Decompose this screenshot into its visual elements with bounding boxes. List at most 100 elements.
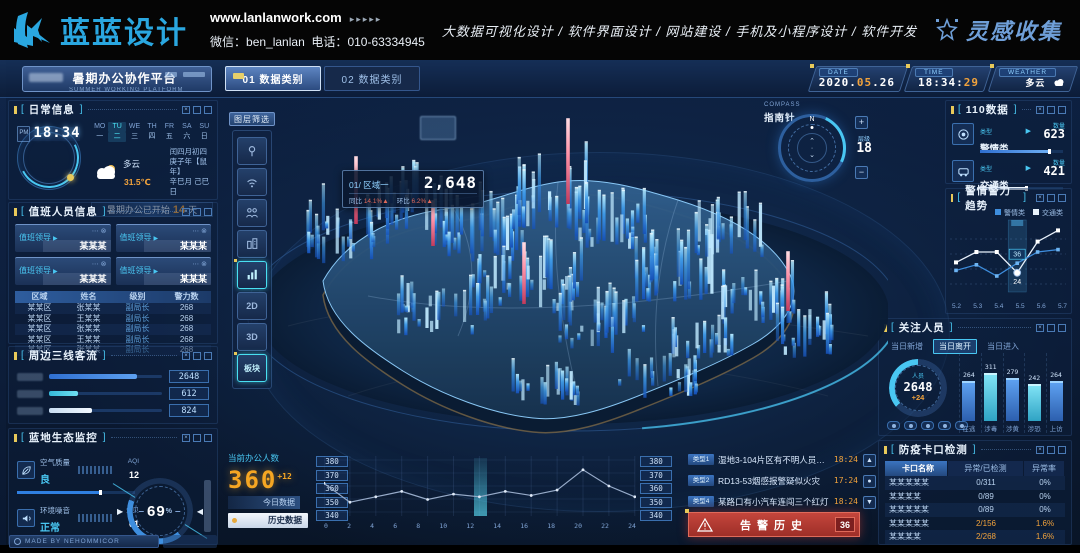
table-row[interactable]: 某某区张某某副局长268 xyxy=(15,324,211,335)
bar-column[interactable]: 279涉黄 xyxy=(1003,353,1022,433)
panel-controls[interactable]: × xyxy=(1036,106,1066,114)
platform-title-plate: 暑期办公协作平台 SUMMER WORKING PLATFORM xyxy=(22,66,212,92)
tab-data-category-2[interactable]: 02 数据类别 xyxy=(324,66,420,91)
table-row[interactable]: 某某区张某某副局长268 xyxy=(15,303,211,314)
time-widget: TIME 18:34:29 xyxy=(904,66,992,92)
panel-daily-info: [日常信息]× PM18:34 MOTUWETHFRSASU 一二三四五六日 xyxy=(8,100,218,200)
flow-value: 2648 xyxy=(169,370,209,383)
services-list: 大数据可视化设计 / 软件界面设计 / 网站建设 / 手机及小程序设计 / 软件… xyxy=(425,21,934,40)
blurred-logo xyxy=(29,73,63,82)
gear-icon xyxy=(14,538,21,545)
table-row[interactable]: 某某某某2/2681.6% xyxy=(885,530,1065,544)
scroll-down-button[interactable]: ▼ xyxy=(863,496,876,509)
bottom-strip: 当前办公人数 360+12 今日数据 历史数据 380370360350340 … xyxy=(228,448,876,545)
clock-period: PM xyxy=(17,126,30,142)
zoom-in-button[interactable]: + xyxy=(855,116,868,129)
table-row[interactable]: 某某某某某0/890% xyxy=(885,503,1065,517)
gauge-slider[interactable] xyxy=(204,480,211,532)
table-row[interactable]: 某某区王某某副局长268 xyxy=(15,314,211,325)
tab-daily-enter[interactable]: 当日进入 xyxy=(981,339,1025,354)
flow-bar-row: 2648 xyxy=(9,368,217,385)
table-row[interactable]: 某某某某某0/3110% xyxy=(885,476,1065,490)
tab-data-category-1[interactable]: 01 数据类别 xyxy=(225,66,321,91)
focus-delta: +24 xyxy=(912,394,925,402)
bar-column[interactable]: 264上访 xyxy=(1046,353,1065,433)
clock-time: 18:34 xyxy=(33,127,80,141)
bar-column[interactable]: 242涉恐 xyxy=(1024,353,1043,433)
zoom-out-button[interactable]: − xyxy=(855,166,868,179)
inspiration-collect[interactable]: 灵感收集 xyxy=(934,14,1062,46)
zoom-level-value: 18 xyxy=(856,141,872,156)
flow-bar-row: 612 xyxy=(9,385,217,402)
building-icon xyxy=(245,237,259,251)
layer-location-button[interactable] xyxy=(237,137,267,165)
panel-controls[interactable]: × xyxy=(1036,324,1066,332)
panel-controls[interactable]: × xyxy=(1036,446,1066,454)
duty-card[interactable]: 值班领导▶⋯ ⊗某某某 xyxy=(116,257,212,285)
panel-controls[interactable]: × xyxy=(182,208,212,216)
tab-daily-new[interactable]: 当日新增 xyxy=(885,339,929,354)
alert-row[interactable]: 类型1湿地3-104片区有不明人员闯入18:24 xyxy=(688,452,876,467)
line-label-blur xyxy=(17,390,43,398)
panel-controls[interactable]: × xyxy=(1036,194,1066,202)
bar-column[interactable]: 311涉毒 xyxy=(981,353,1000,433)
column-header[interactable]: 异常/已检测 xyxy=(948,461,1023,476)
left-edge-decor xyxy=(0,60,6,545)
tooltip-region: 01/ 区域一 xyxy=(349,179,389,191)
focus-total: 2648 xyxy=(904,381,933,394)
tab-daily-leave[interactable]: 当日离开 xyxy=(933,339,977,354)
person-icon xyxy=(887,421,900,430)
office-count-value: 360+12 xyxy=(228,464,314,493)
layer-filter-toolbar: 图层筛选 2D 3D 板块 xyxy=(232,112,272,389)
platform-subtitle: SUMMER WORKING PLATFORM xyxy=(69,87,205,93)
panel-controls[interactable]: × xyxy=(182,352,212,360)
hourly-line-chart[interactable] xyxy=(324,456,636,518)
scroll-dot[interactable]: ● xyxy=(863,475,876,488)
layer-building-button[interactable] xyxy=(237,230,267,258)
phone-label: 电话： xyxy=(311,35,347,49)
panel-controls[interactable]: × xyxy=(182,106,212,114)
column-header[interactable]: 卡口名称 xyxy=(885,461,947,476)
duty-cards: 值班领导▶⋯ ⊗某某某 值班领导▶⋯ ⊗某某某 值班领导▶⋯ ⊗某某某 值班领导… xyxy=(9,220,217,289)
panel-controls[interactable]: × xyxy=(182,434,212,442)
table-row[interactable]: 某某某某0/890% xyxy=(885,490,1065,504)
history-data-button[interactable]: 历史数据 xyxy=(228,513,308,528)
layer-signal-button[interactable] xyxy=(237,168,267,196)
layer-2d-button[interactable]: 2D xyxy=(237,292,267,320)
bar-column[interactable]: 264在逃 xyxy=(959,353,978,433)
screenshot-root: 蓝蓝设计 www.lanlanwork.com▸▸▸▸▸ 微信：ben_lanl… xyxy=(0,0,1080,553)
compass-dial[interactable]: N ⌃·⌄ xyxy=(778,114,846,182)
svg-text:36: 36 xyxy=(1013,252,1021,259)
layer-chart-button[interactable] xyxy=(237,261,267,289)
plate-decor xyxy=(165,72,177,77)
leaf-icon xyxy=(17,461,35,479)
panel-focus-personnel: [关注人员]× 当日新增 当日离开 当日进入 人员2648+24 264在逃 3… xyxy=(878,318,1072,436)
alert-scroll-controls: ▲ ● ▼ xyxy=(863,454,876,509)
flow-value: 824 xyxy=(169,404,209,417)
column-header[interactable]: 异常率 xyxy=(1024,461,1064,476)
line-label-blur xyxy=(17,373,43,381)
alert-row[interactable]: 类型4某路口有小汽车连闯三个红灯18:24 xyxy=(688,494,876,509)
compass-label-en: COMPASS xyxy=(764,102,801,108)
duty-card[interactable]: 值班领导▶⋯ ⊗某某某 xyxy=(15,224,111,252)
trend-line-chart[interactable]: 3624 xyxy=(946,218,1069,298)
air-status: 良 xyxy=(40,475,50,486)
alert-history-banner[interactable]: 告警历史 36 xyxy=(688,512,860,537)
scroll-up-button[interactable]: ▲ xyxy=(863,454,876,467)
panel-title: 值班人员信息 xyxy=(29,204,98,219)
table-row[interactable]: 某某区王某某副局长268 xyxy=(15,335,211,346)
alert-tag: 类型4 xyxy=(688,496,714,507)
date-widget: DATE 2020.05.26 xyxy=(808,66,908,92)
duty-card[interactable]: 值班领导▶⋯ ⊗某某某 xyxy=(15,257,111,285)
dashboard-topbar: 暑期办公协作平台 SUMMER WORKING PLATFORM 01 数据类别… xyxy=(0,60,1080,98)
clock-widget: PM18:34 xyxy=(17,126,81,190)
layer-people-button[interactable] xyxy=(237,199,267,227)
layer-3d-button[interactable]: 3D xyxy=(237,323,267,351)
alert-row[interactable]: 类型2RD13-53烟感报警疑似火灾17:24 xyxy=(688,473,876,488)
badge-icon xyxy=(952,123,974,145)
website-link[interactable]: www.lanlanwork.com xyxy=(210,10,342,25)
layer-block-button[interactable]: 板块 xyxy=(237,354,267,382)
duty-card[interactable]: 值班领导▶⋯ ⊗某某某 xyxy=(116,224,212,252)
today-data-button[interactable]: 今日数据 xyxy=(228,496,300,509)
table-row[interactable]: 某某某某某2/1561.6% xyxy=(885,517,1065,531)
